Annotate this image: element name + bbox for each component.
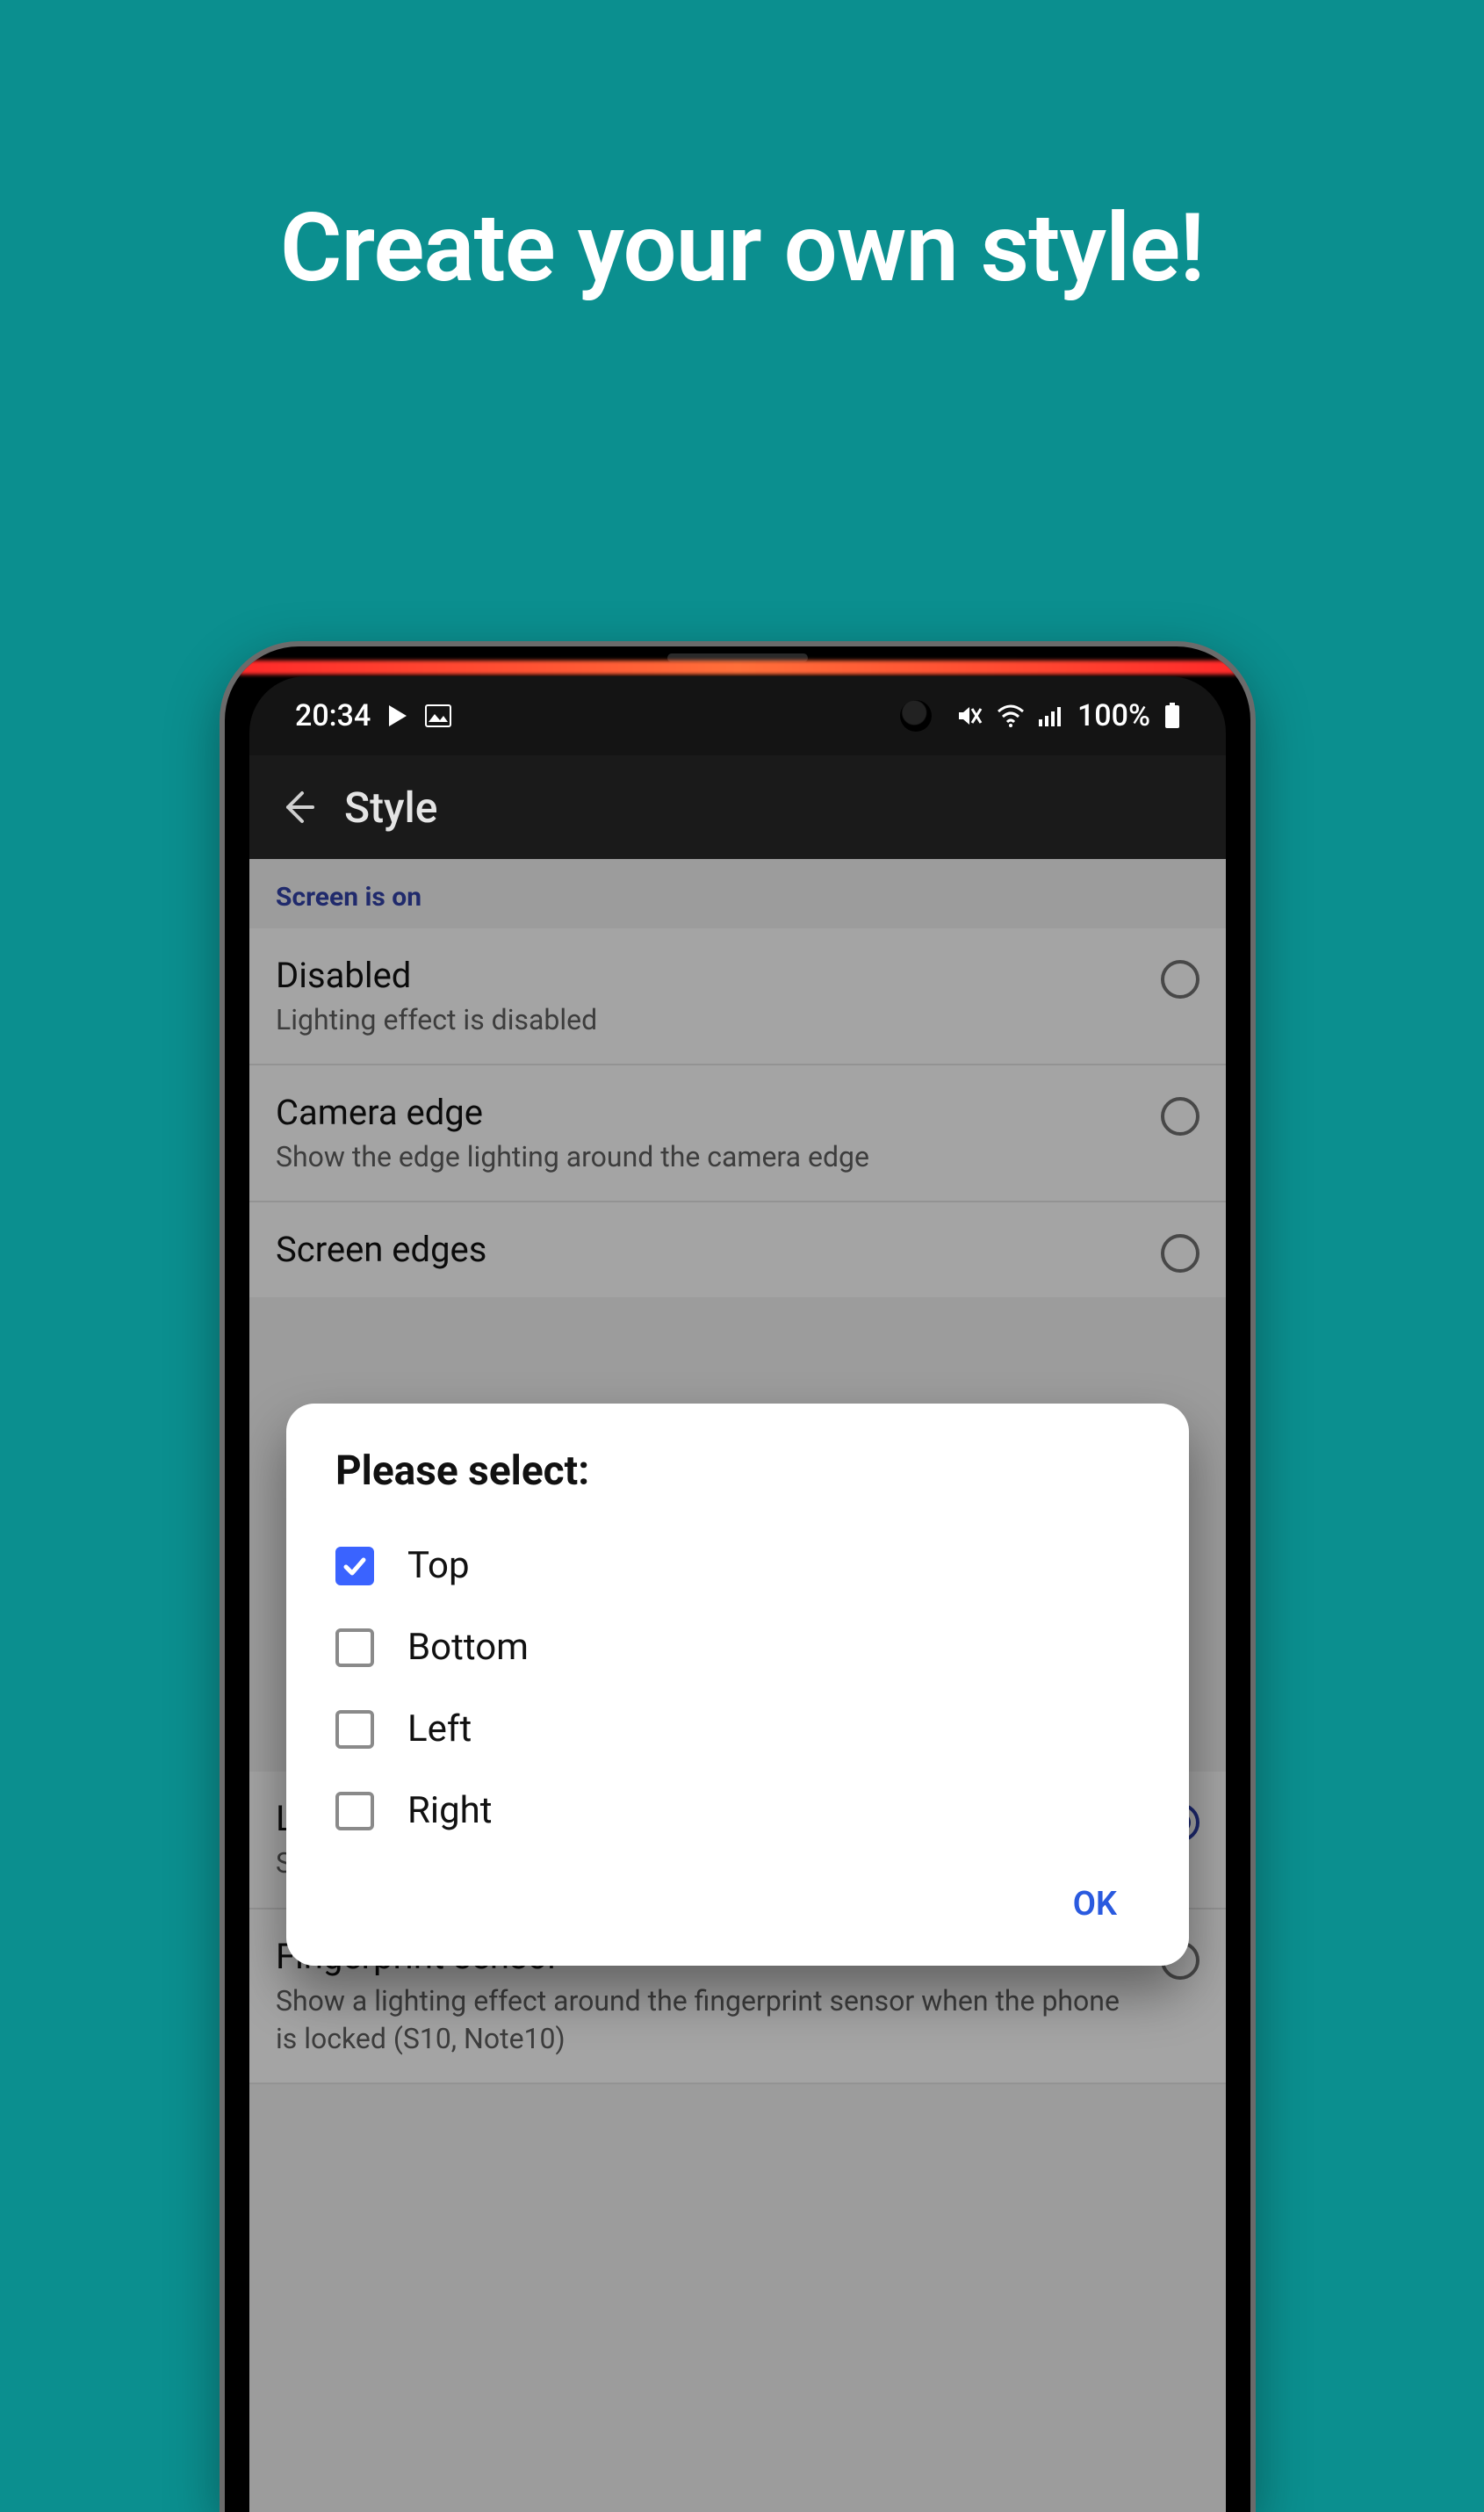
- dialog-option-label: Bottom: [407, 1626, 529, 1669]
- select-edges-dialog: Please select: Top Bottom: [286, 1404, 1189, 1966]
- app-bar-title: Style: [344, 783, 438, 833]
- checkbox-right[interactable]: [335, 1792, 374, 1830]
- dialog-actions: OK: [335, 1874, 1140, 1934]
- front-camera-hole: [900, 700, 932, 732]
- back-button[interactable]: [270, 779, 327, 835]
- edge-lighting-glow: [239, 660, 1236, 675]
- status-bar: 20:34: [249, 676, 1226, 755]
- dialog-option-label: Right: [407, 1789, 493, 1832]
- dialog-ok-button[interactable]: OK: [1050, 1874, 1140, 1934]
- dialog-option-left[interactable]: Left: [335, 1688, 1140, 1770]
- app-bar: Style: [249, 755, 1226, 859]
- phone-screen: 20:34: [249, 676, 1226, 2512]
- signal-icon: [1039, 705, 1063, 726]
- wifi-icon: [997, 704, 1025, 727]
- play-store-icon: [386, 704, 409, 728]
- battery-icon: [1164, 703, 1180, 729]
- battery-text: 100%: [1077, 698, 1150, 733]
- checkbox-left[interactable]: [335, 1710, 374, 1749]
- promo-headline: Create your own style!: [0, 193, 1484, 304]
- dialog-option-label: Left: [407, 1707, 472, 1750]
- dialog-option-right[interactable]: Right: [335, 1770, 1140, 1852]
- mute-vibrate-icon: [956, 704, 983, 728]
- status-time: 20:34: [295, 698, 371, 733]
- checkbox-bottom[interactable]: [335, 1628, 374, 1667]
- dialog-option-bottom[interactable]: Bottom: [335, 1606, 1140, 1688]
- settings-content: Screen is on Disabled Lighting effect is…: [249, 859, 1226, 2512]
- dialog-title: Please select:: [335, 1447, 1140, 1495]
- checkbox-top[interactable]: [335, 1547, 374, 1585]
- phone-frame: 20:34: [220, 641, 1256, 2512]
- dialog-option-label: Top: [407, 1544, 470, 1587]
- promo-canvas: Create your own style! 20:34: [0, 0, 1484, 2509]
- dialog-option-top[interactable]: Top: [335, 1525, 1140, 1606]
- picture-icon: [425, 704, 451, 727]
